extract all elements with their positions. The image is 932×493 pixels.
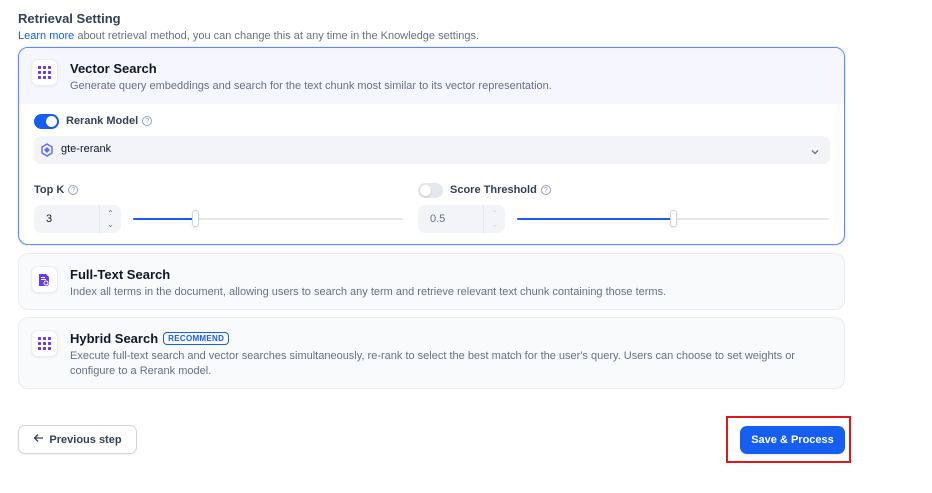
vector-search-card[interactable]: Vector Search Generate query embeddings … [18,47,845,245]
chevron-down-icon[interactable]: ⌄ [107,220,114,229]
score-threshold-value: 0.5 [430,213,446,225]
vector-search-title: Vector Search [70,61,157,76]
score-threshold-input[interactable]: 0.5 ⌃ ⌄ [418,205,505,233]
score-threshold-toggle[interactable] [418,183,443,198]
score-threshold-label-text: Score Threshold [450,184,537,196]
recommend-badge: RECOMMEND [163,332,230,345]
full-text-search-description: Index all terms in the document, allowin… [70,286,667,298]
slider-thumb[interactable] [670,210,677,227]
chevron-up-icon[interactable]: ⌃ [491,209,498,218]
top-k-label-text: Top K [34,184,65,196]
score-threshold-slider[interactable] [517,210,829,227]
hybrid-search-title: Hybrid Search [70,331,159,346]
toggle-knob [420,185,431,196]
help-icon[interactable]: ? [142,116,153,126]
grid-dots-icon [31,330,58,357]
score-threshold-label: Score Threshold ? [450,184,551,196]
top-k-value: 3 [46,213,53,225]
toggle-knob [46,116,57,127]
top-k-input[interactable]: 3 ⌃ ⌄ [34,205,121,233]
rerank-model-name: gte-rerank [61,143,112,155]
model-provider-icon [40,143,54,162]
grid-dots-icon [31,59,58,86]
chevron-down-icon[interactable]: ⌄ [491,220,498,229]
hybrid-search-description: Execute full-text search and vector sear… [70,350,795,377]
save-process-button[interactable]: Save & Process [740,426,845,454]
vector-search-description: Generate query embeddings and search for… [70,80,552,92]
help-icon[interactable]: ? [68,185,79,195]
retrieval-subtitle-text: about retrieval method, you can change t… [74,30,480,42]
arrow-left-icon [33,433,44,446]
previous-step-button[interactable]: Previous step [18,425,137,454]
help-icon[interactable]: ? [540,185,551,195]
slider-thumb[interactable] [192,210,199,227]
retrieval-subtitle: Learn more about retrieval method, you c… [18,30,479,42]
full-text-search-card[interactable]: Full-Text Search Index all terms in the … [18,253,845,310]
hybrid-search-card[interactable]: Hybrid Search RECOMMEND Execute full-text… [18,317,845,389]
top-k-slider[interactable] [133,210,403,227]
document-search-icon [31,266,58,293]
hybrid-search-title-row: Hybrid Search RECOMMEND [70,331,230,346]
score-threshold-stepper[interactable]: ⌃ ⌄ [483,205,505,233]
chevron-up-icon[interactable]: ⌃ [107,209,114,218]
learn-more-link[interactable]: Learn more [18,30,74,42]
slider-fill [517,218,673,220]
top-k-label: Top K ? [34,184,79,196]
rerank-label-text: Rerank Model [66,115,139,127]
rerank-toggle[interactable] [34,114,59,129]
slider-fill [133,218,195,220]
chevron-down-icon [810,144,820,162]
previous-step-label: Previous step [49,433,122,446]
top-k-stepper[interactable]: ⌃ ⌄ [99,205,121,233]
vector-search-header: Vector Search Generate query embeddings … [19,48,844,104]
full-text-search-title: Full-Text Search [70,267,171,282]
rerank-label: Rerank Model ? [66,115,153,127]
retrieval-title: Retrieval Setting [18,11,121,26]
rerank-model-select[interactable]: gte-rerank [34,136,830,164]
